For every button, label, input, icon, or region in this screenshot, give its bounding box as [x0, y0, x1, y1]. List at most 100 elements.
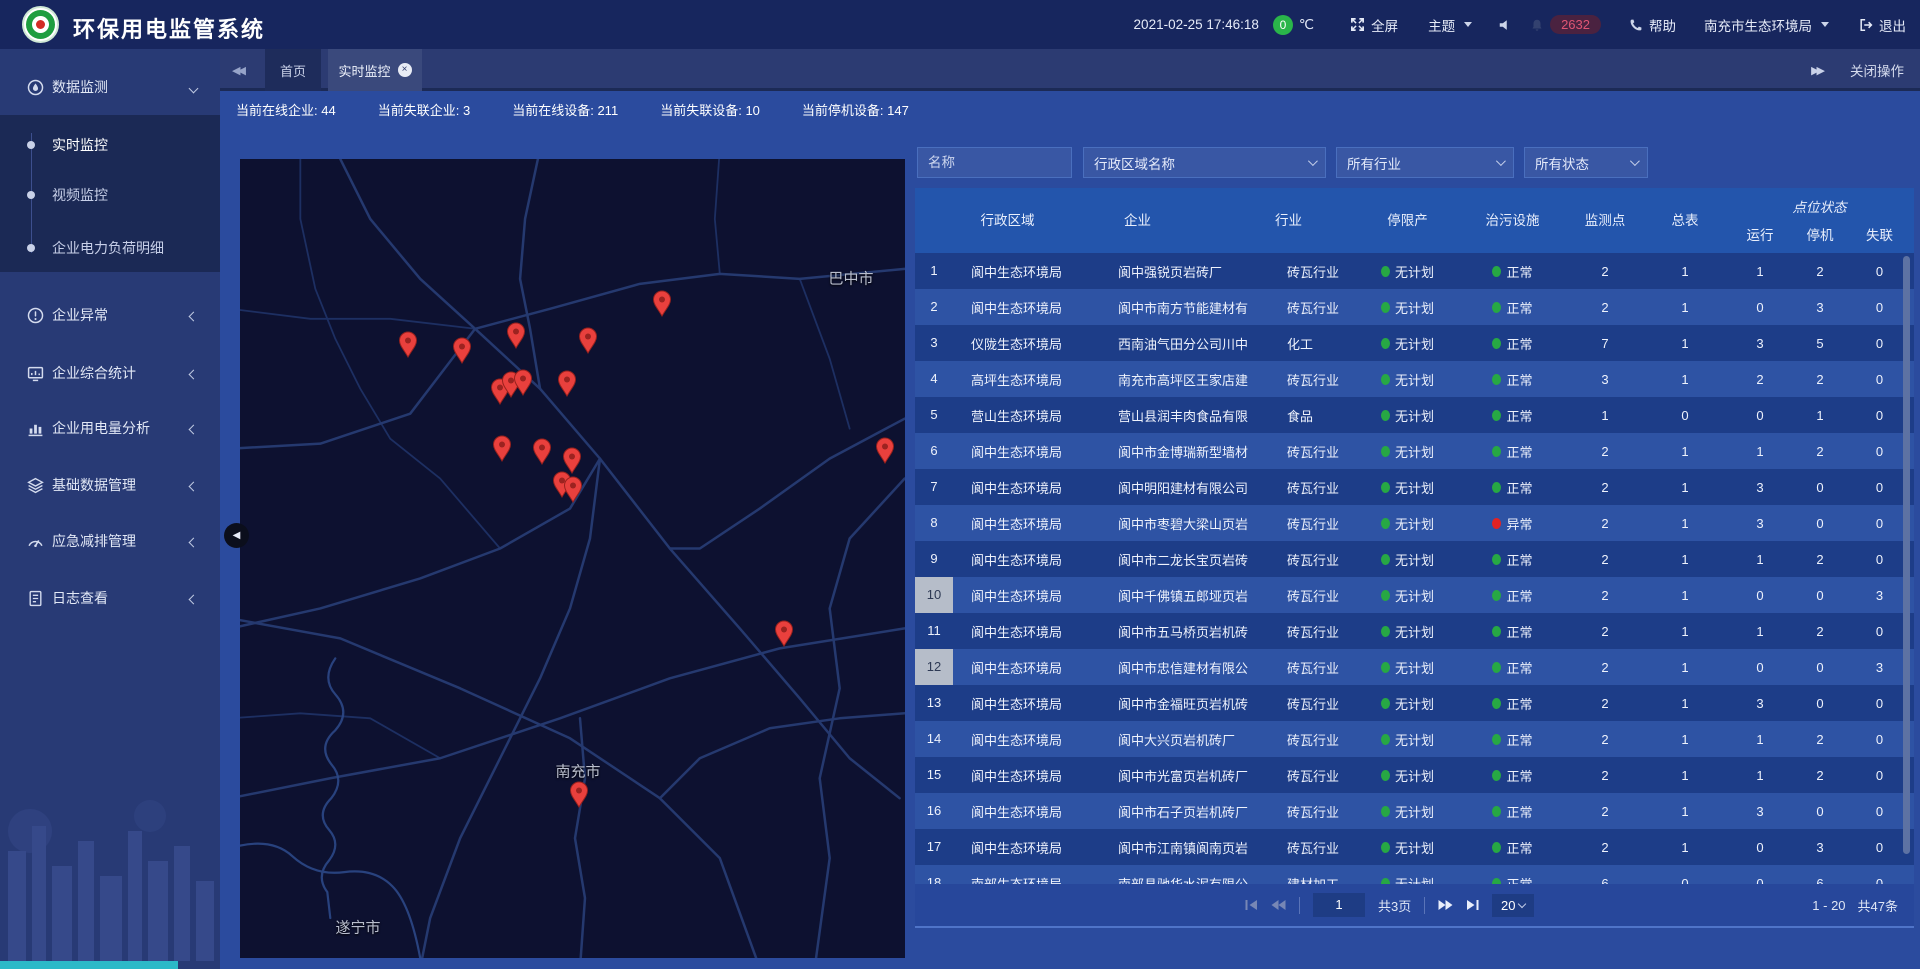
chevron-down-icon	[1496, 156, 1506, 166]
map-marker-icon[interactable]	[563, 476, 583, 503]
table-row[interactable]: 2阆中生态环境局阆中市南方节能建材有砖瓦行业无计划正常21030	[915, 289, 1914, 325]
cell-region: 阆中生态环境局	[960, 478, 1055, 497]
cell-region: 高坪生态环境局	[960, 370, 1055, 389]
status-dot-icon	[1381, 338, 1390, 349]
cell-facility-status: 正常	[1460, 658, 1565, 677]
table-row[interactable]: 7阆中生态环境局阆中明阳建材有限公司砖瓦行业无计划正常21300	[915, 469, 1914, 505]
mute-button[interactable]	[1498, 18, 1512, 32]
fullscreen-button[interactable]: 全屏	[1350, 15, 1398, 35]
table-row[interactable]: 8阆中生态环境局阆中市枣碧大梁山页岩砖瓦行业无计划异常21300	[915, 505, 1914, 541]
map-marker-icon[interactable]	[398, 331, 418, 358]
region-filter-select[interactable]: 行政区域名称	[1083, 147, 1326, 178]
page-size-select[interactable]: 20	[1492, 894, 1534, 917]
sidebar-item-realtime-monitoring[interactable]: 实时监控	[0, 130, 220, 160]
sidebar-item-base-data[interactable]: 基础数据管理	[0, 463, 220, 507]
map-marker-icon[interactable]	[513, 369, 533, 396]
table-row[interactable]: 3仪陇生态环境局西南油气田分公司川中化工无计划正常71350	[915, 325, 1914, 361]
cell-total-meter: 1	[1645, 588, 1725, 603]
cell-industry: 砖瓦行业	[1275, 370, 1355, 389]
status-dot-icon	[1381, 518, 1390, 529]
page-number-input[interactable]: 1	[1313, 893, 1365, 917]
tabs-scroll-right-button[interactable]: ▶▶	[1811, 64, 1822, 77]
tab-home[interactable]: 首页	[265, 49, 321, 91]
sidebar-item-power-load-detail[interactable]: 企业电力负荷明细	[0, 233, 220, 263]
chevron-down-icon	[189, 84, 199, 94]
table-row[interactable]: 17阆中生态环境局阆中市江南镇阆南页岩砖瓦行业无计划正常21030	[915, 829, 1914, 865]
sidebar-collapse-button[interactable]: ◀	[224, 523, 249, 548]
cell-industry: 砖瓦行业	[1275, 550, 1355, 569]
industry-filter-select[interactable]: 所有行业	[1336, 147, 1514, 178]
sidebar-item-video-monitoring[interactable]: 视频监控	[0, 180, 220, 210]
sidebar-item-enterprise-abnormal[interactable]: 企业异常	[0, 293, 220, 337]
map-panel[interactable]: 巴中市南充市遂宁市	[240, 159, 905, 958]
table-row[interactable]: 6阆中生态环境局阆中市金博瑞新型墙材砖瓦行业无计划正常21120	[915, 433, 1914, 469]
table-row[interactable]: 11阆中生态环境局阆中市五马桥页岩机砖砖瓦行业无计划正常21120	[915, 613, 1914, 649]
sidebar-item-emergency-reduction[interactable]: 应急减排管理	[0, 519, 220, 563]
next-page-button[interactable]	[1438, 899, 1453, 911]
cell-monitor-points: 3	[1565, 372, 1645, 387]
table-row[interactable]: 5营山生态环境局营山县润丰肉食品有限食品无计划正常10010	[915, 397, 1914, 433]
table-row[interactable]: 14阆中生态环境局阆中大兴页岩机砖厂砖瓦行业无计划正常21120	[915, 721, 1914, 757]
status-dot-icon	[1381, 482, 1390, 493]
cell-region: 阆中生态环境局	[960, 442, 1055, 461]
map-marker-icon[interactable]	[875, 437, 895, 464]
map-marker-icon[interactable]	[652, 290, 672, 317]
map-marker-icon[interactable]	[532, 438, 552, 465]
status-dot-icon	[1492, 518, 1501, 529]
org-dropdown[interactable]: 南充市生态环境局	[1704, 15, 1829, 35]
previous-page-button[interactable]	[1271, 899, 1286, 911]
table-body: 1阆中生态环境局阆中强锐页岩砖厂砖瓦行业无计划正常211202阆中生态环境局阆中…	[915, 253, 1914, 884]
notification-area[interactable]: 2632	[1530, 15, 1601, 34]
cell-industry: 食品	[1275, 406, 1355, 425]
map-marker-icon[interactable]	[452, 337, 472, 364]
map-city-label: 巴中市	[828, 268, 873, 289]
theme-dropdown[interactable]: 主题	[1428, 15, 1472, 35]
cell-facility-status: 正常	[1460, 262, 1565, 281]
table-row[interactable]: 12阆中生态环境局阆中市忠信建材有限公砖瓦行业无计划正常21003	[915, 649, 1914, 685]
close-operations-button[interactable]: 关闭操作	[1850, 60, 1904, 80]
map-marker-icon[interactable]	[557, 370, 577, 397]
last-page-button[interactable]	[1466, 899, 1479, 911]
cell-stopped: 5	[1795, 336, 1845, 351]
table-row[interactable]: 15阆中生态环境局阆中市光富页岩机砖厂砖瓦行业无计划正常21120	[915, 757, 1914, 793]
stat-offline-companies: 当前失联企业3	[378, 100, 470, 119]
tabs-scroll-left-button[interactable]: ◀◀	[232, 49, 243, 91]
logout-button[interactable]: 退出	[1859, 15, 1906, 35]
cell-index: 17	[915, 829, 960, 865]
tab-realtime-monitoring[interactable]: 实时监控 ×	[328, 49, 422, 91]
table-row[interactable]: 9阆中生态环境局阆中市二龙长宝页岩砖砖瓦行业无计划正常21120	[915, 541, 1914, 577]
map-marker-icon[interactable]	[562, 447, 582, 474]
cell-running: 0	[1725, 660, 1795, 675]
table-row[interactable]: 18南部生态环境局南部县驰华水泥有限公建材加工无计划正常60060	[915, 865, 1914, 884]
map-marker-icon[interactable]	[492, 435, 512, 462]
cell-region: 阆中生态环境局	[960, 262, 1055, 281]
col-company: 企业	[1055, 188, 1275, 253]
table-row[interactable]: 16阆中生态环境局阆中市石子页岩机砖厂砖瓦行业无计划正常21300	[915, 793, 1914, 829]
table-row[interactable]: 13阆中生态环境局阆中市金福旺页岩机砖砖瓦行业无计划正常21300	[915, 685, 1914, 721]
map-marker-icon[interactable]	[774, 620, 794, 647]
map-marker-icon[interactable]	[578, 327, 598, 354]
table-row[interactable]: 4高坪生态环境局南充市高坪区王家店建砖瓦行业无计划正常31220	[915, 361, 1914, 397]
status-dot-icon	[1492, 770, 1501, 781]
first-page-button[interactable]	[1245, 899, 1258, 911]
table-row[interactable]: 10阆中生态环境局阆中千佛镇五郎垭页岩砖瓦行业无计划正常21003	[915, 577, 1914, 613]
help-button[interactable]: 帮助	[1629, 15, 1676, 35]
cell-index: 7	[915, 469, 960, 505]
table-scrollbar[interactable]	[1903, 256, 1910, 854]
sidebar-item-data-monitoring[interactable]: 数据监测	[0, 65, 220, 109]
cell-facility-status: 正常	[1460, 370, 1565, 389]
close-tab-icon[interactable]: ×	[398, 63, 412, 77]
cell-running: 3	[1725, 696, 1795, 711]
table-row[interactable]: 1阆中生态环境局阆中强锐页岩砖厂砖瓦行业无计划正常21120	[915, 253, 1914, 289]
status-filter-select[interactable]: 所有状态	[1524, 147, 1648, 178]
map-marker-icon[interactable]	[506, 322, 526, 349]
name-filter-input[interactable]	[917, 147, 1072, 178]
sidebar-item-log-view[interactable]: 日志查看	[0, 576, 220, 620]
cell-running: 3	[1725, 804, 1795, 819]
sidebar-item-power-analysis[interactable]: 企业用电量分析	[0, 406, 220, 450]
search-input[interactable]	[928, 155, 1061, 170]
sidebar-item-enterprise-statistics[interactable]: 企业综合统计	[0, 351, 220, 395]
chevron-left-icon	[189, 425, 199, 435]
map-marker-icon[interactable]	[569, 781, 589, 808]
cell-region: 阆中生态环境局	[960, 622, 1055, 641]
